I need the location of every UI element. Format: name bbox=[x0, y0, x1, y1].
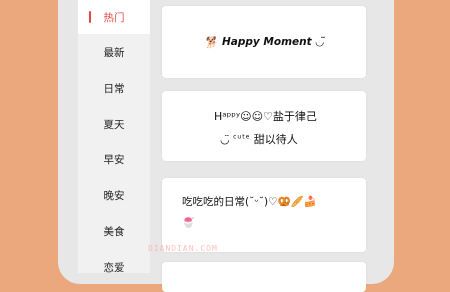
sidebar-item-night[interactable]: 晚安 bbox=[78, 178, 150, 212]
caption-card[interactable]: Hᵃᵖᵖʸ☺︎☺︎♡盐于律己 ◡̈ cute 甜以待人 bbox=[162, 91, 366, 161]
sidebar-item-label: 日常 bbox=[103, 82, 125, 95]
caption-line: Hᵃᵖᵖʸ☺︎☺︎♡盐于律己 bbox=[214, 108, 317, 124]
sidebar-item-love[interactable]: 恋爱 bbox=[78, 250, 150, 284]
sidebar-item-label: 热门 bbox=[103, 11, 125, 24]
category-sidebar: 热门 最新 日常 夏天 早安 晚安 美食 恋爱 bbox=[78, 0, 150, 274]
sidebar-item-label: 晚安 bbox=[103, 189, 125, 202]
sidebar-item-label: 恋爱 bbox=[103, 261, 125, 274]
caption-decor: Hᵃᵖᵖʸ☺︎☺︎♡ bbox=[214, 110, 273, 123]
caption-card[interactable] bbox=[162, 262, 366, 292]
caption-text: 🐕 Happy Moment ◡̈ bbox=[204, 36, 323, 49]
sidebar-item-food[interactable]: 美食 bbox=[78, 214, 150, 248]
sidebar-item-summer[interactable]: 夏天 bbox=[78, 107, 150, 141]
sidebar-item-label: 夏天 bbox=[103, 118, 125, 131]
shaved-ice-icon: 🍧 bbox=[182, 218, 195, 229]
caption-line: ◡̈ cute 甜以待人 bbox=[220, 131, 298, 147]
caption-text: 盐于律己 bbox=[272, 110, 317, 123]
smile-icon: ◡̈ bbox=[220, 133, 230, 146]
caption-text: 吃吃吃的日常(˘ᵕ˘)♡🥨🥖🍰 bbox=[182, 196, 317, 208]
caption-main: Happy Moment bbox=[222, 36, 312, 48]
sidebar-item-daily[interactable]: 日常 bbox=[78, 71, 150, 105]
caption-decor: cute bbox=[233, 133, 251, 141]
sidebar-item-label: 早安 bbox=[103, 153, 125, 166]
caption-card[interactable]: 🐕 Happy Moment ◡̈ bbox=[162, 6, 366, 78]
watermark: DIANDIAN.COM bbox=[148, 244, 218, 253]
sidebar-item-hot[interactable]: 热门 bbox=[78, 0, 150, 34]
caption-list: 🐕 Happy Moment ◡̈ Hᵃᵖᵖʸ☺︎☺︎♡盐于律己 ◡̈ cute… bbox=[150, 0, 374, 292]
sidebar-item-label: 美食 bbox=[103, 225, 125, 238]
smile-icon: ◡̈ bbox=[315, 36, 324, 48]
caption-text: 甜以待人 bbox=[253, 133, 298, 146]
sidebar-item-morning[interactable]: 早安 bbox=[78, 142, 150, 176]
sidebar-item-label: 最新 bbox=[103, 46, 125, 59]
sidebar-item-latest[interactable]: 最新 bbox=[78, 35, 150, 69]
dog-icon: 🐕 bbox=[204, 35, 218, 49]
caption-card[interactable]: 吃吃吃的日常(˘ᵕ˘)♡🥨🥖🍰 🍧 bbox=[162, 178, 366, 252]
